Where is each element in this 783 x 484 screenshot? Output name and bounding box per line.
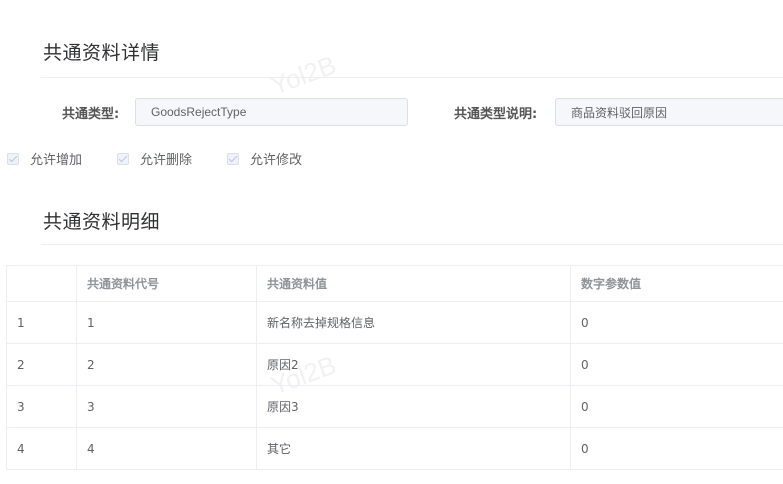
- watermark: Yol2B: [266, 49, 340, 101]
- cell-number: 0: [570, 343, 783, 386]
- allow-delete-checkbox[interactable]: 允许删除: [117, 149, 192, 168]
- table-header-row: 共通资料代号 共通资料值 数字参数值: [6, 265, 783, 302]
- table-row[interactable]: 1 1 新名称去掉规格信息 0: [6, 301, 783, 344]
- allow-add-checkbox[interactable]: 允许增加: [7, 149, 82, 168]
- check-icon: [117, 152, 129, 165]
- column-header-value: 共通资料值: [256, 265, 571, 302]
- type-label: 共通类型:: [62, 107, 120, 122]
- checkbox-label: 允许增加: [30, 153, 83, 168]
- cell-index: 3: [6, 385, 77, 428]
- cell-number: 0: [570, 427, 783, 470]
- cell-index: 4: [6, 427, 77, 470]
- cell-value: 原因3: [256, 385, 571, 428]
- cell-value: 其它: [256, 427, 571, 470]
- type-desc-input[interactable]: [555, 98, 783, 126]
- section-title-items: 共通资料明细: [43, 211, 161, 233]
- column-header-index: [6, 265, 77, 302]
- cell-value: 原因2: [256, 343, 571, 386]
- cell-code: 2: [76, 343, 257, 386]
- allow-edit-checkbox[interactable]: 允许修改: [227, 149, 302, 168]
- table-row[interactable]: 2 2 原因2 0: [6, 343, 783, 386]
- cell-number: 0: [570, 385, 783, 428]
- check-icon: [7, 152, 19, 165]
- cell-value: 新名称去掉规格信息: [256, 301, 571, 344]
- checkbox-label: 允许删除: [140, 153, 193, 168]
- divider: [41, 77, 783, 78]
- table-row[interactable]: 3 3 原因3 0: [6, 385, 783, 428]
- cell-number: 0: [570, 301, 783, 344]
- cell-index: 2: [6, 343, 77, 386]
- check-icon: [227, 152, 239, 165]
- type-desc-label: 共通类型说明:: [454, 107, 538, 122]
- cell-code: 1: [76, 301, 257, 344]
- checkbox-label: 允许修改: [250, 153, 303, 168]
- section-title-detail: 共通资料详情: [43, 42, 161, 64]
- items-table: 共通资料代号 共通资料值 数字参数值 1 1 新名称去掉规格信息 0 2 2 原…: [6, 265, 783, 470]
- cell-code: 4: [76, 427, 257, 470]
- cell-index: 1: [6, 301, 77, 344]
- table-row[interactable]: 4 4 其它 0: [6, 427, 783, 470]
- type-input[interactable]: [135, 98, 408, 126]
- divider: [41, 244, 783, 245]
- column-header-code: 共通资料代号: [76, 265, 257, 302]
- column-header-number: 数字参数值: [570, 265, 783, 302]
- cell-code: 3: [76, 385, 257, 428]
